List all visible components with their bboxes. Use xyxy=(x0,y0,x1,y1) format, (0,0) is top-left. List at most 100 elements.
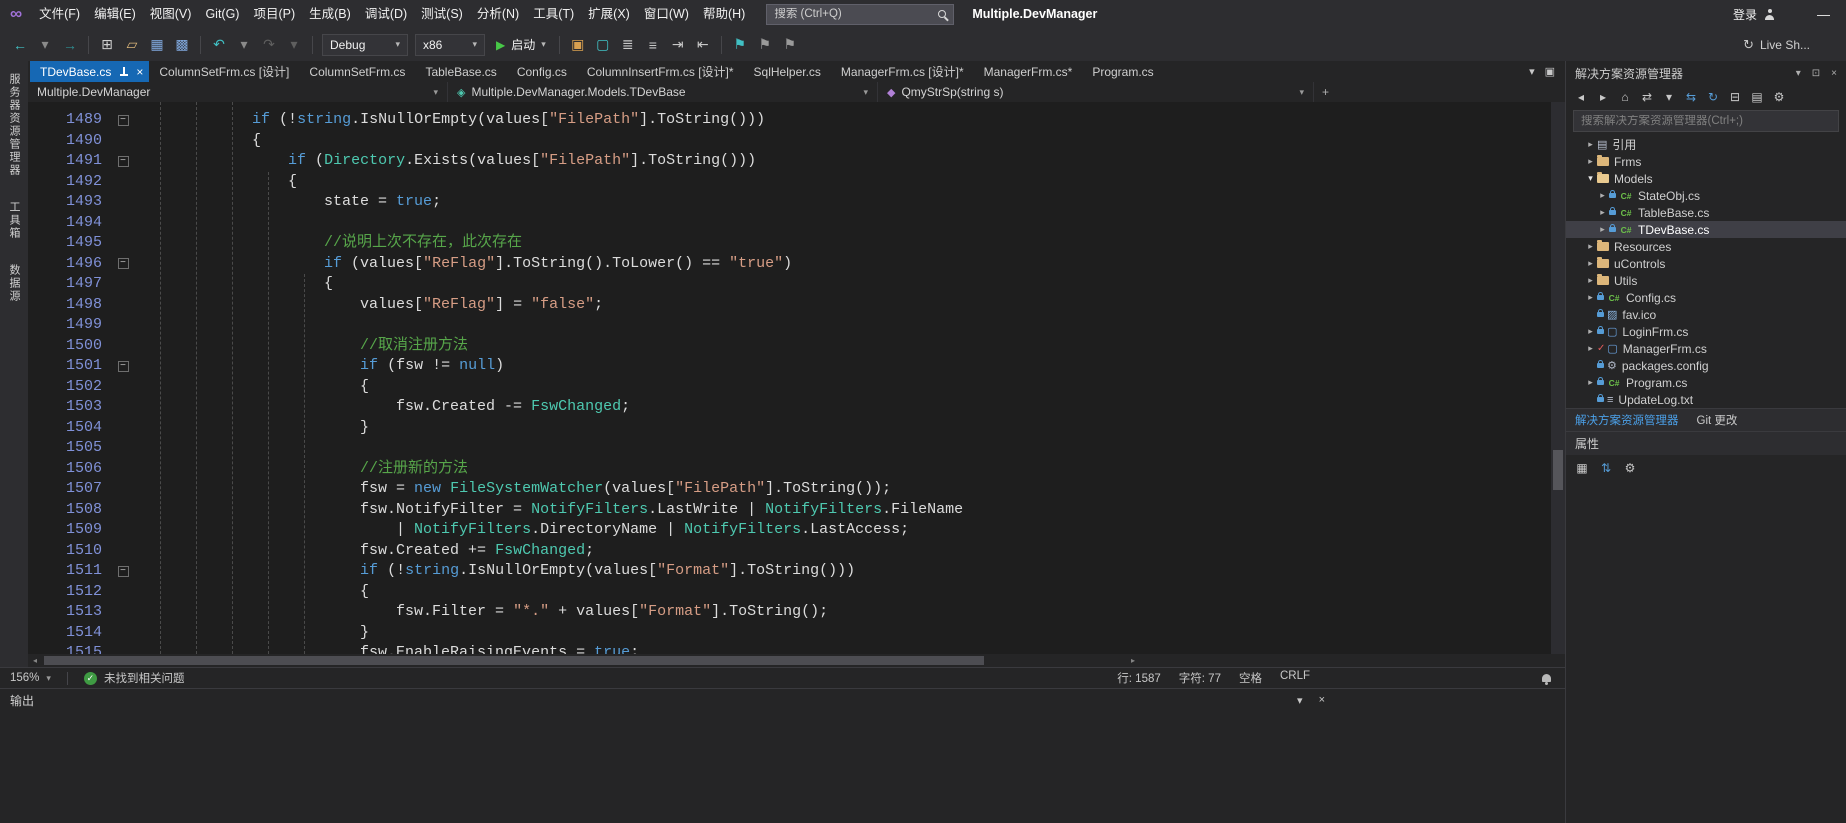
back-icon[interactable]: ◂ xyxy=(1571,87,1591,107)
start-debugging-button[interactable]: ▶ 启动 ▾ xyxy=(489,33,553,57)
quick-search-input[interactable] xyxy=(774,8,932,20)
quick-search-box[interactable] xyxy=(766,4,954,25)
prev-bookmark-icon[interactable]: ⚑ xyxy=(753,33,777,57)
expander-icon[interactable]: ▸ xyxy=(1596,224,1609,235)
code-text[interactable]: values["ReFlag"] = "false"; xyxy=(136,295,603,316)
tool-window-tab[interactable]: 工具箱 xyxy=(6,201,22,240)
line-number[interactable]: 1491 xyxy=(28,151,110,172)
editor-tab[interactable]: TDevBase.cs× xyxy=(30,61,149,82)
code-line[interactable]: 1512 { xyxy=(28,582,1565,603)
menu-item[interactable]: 视图(V) xyxy=(143,3,199,25)
filter-caret-icon[interactable]: ▾ xyxy=(1659,87,1679,107)
solution-platform-dropdown[interactable]: x86 ▾ xyxy=(415,34,485,56)
code-line[interactable]: 1491− if (Directory.Exists(values["FileP… xyxy=(28,151,1565,172)
code-line[interactable]: 1499 xyxy=(28,315,1565,336)
code-text[interactable]: } xyxy=(136,623,369,644)
code-text[interactable]: fsw = new FileSystemWatcher(values["File… xyxy=(136,479,891,500)
properties-panel-body[interactable] xyxy=(1566,481,1846,823)
pin-window-icon[interactable]: ⊡ xyxy=(1812,68,1820,79)
new-file-icon[interactable]: ⊞ xyxy=(95,33,119,57)
undo-icon[interactable]: ↶ xyxy=(207,33,231,57)
code-text[interactable]: if (fsw != null) xyxy=(136,356,504,377)
expander-icon[interactable]: ▸ xyxy=(1584,377,1597,388)
editor-tab[interactable]: ColumnSetFrm.cs xyxy=(299,61,415,82)
code-line[interactable]: 1514 } xyxy=(28,623,1565,644)
line-number[interactable]: 1509 xyxy=(28,520,110,541)
expander-icon[interactable]: ▸ xyxy=(1584,241,1597,252)
code-line[interactable]: 1508 fsw.NotifyFilter = NotifyFilters.La… xyxy=(28,500,1565,521)
scrollbar-thumb[interactable] xyxy=(44,656,984,665)
menu-item[interactable]: Git(G) xyxy=(198,3,246,25)
code-line[interactable]: 1494 xyxy=(28,213,1565,234)
redo-icon[interactable]: ↷ xyxy=(257,33,281,57)
tab-git-changes[interactable]: Git 更改 xyxy=(1697,412,1738,428)
editor-tab[interactable]: ColumnInsertFrm.cs [设计]* xyxy=(577,61,744,82)
code-line[interactable]: 1493 state = true; xyxy=(28,192,1565,213)
tree-item[interactable]: ▸Utils xyxy=(1566,272,1846,289)
tool-window-tab[interactable]: 服务器资源管理器 xyxy=(6,73,22,177)
line-number[interactable]: 1499 xyxy=(28,315,110,336)
indentation-indicator[interactable]: 空格 xyxy=(1239,670,1262,686)
line-number[interactable]: 1490 xyxy=(28,131,110,152)
fold-toggle-icon[interactable]: − xyxy=(118,156,129,167)
nav-forward-icon[interactable]: → xyxy=(58,33,82,57)
fold-toggle-icon[interactable]: − xyxy=(118,361,129,372)
code-line[interactable]: 1496− if (values["ReFlag"].ToString().To… xyxy=(28,254,1565,275)
expander-icon[interactable]: ▸ xyxy=(1584,139,1597,150)
redo-caret-icon[interactable]: ▾ xyxy=(282,33,306,57)
nav-back-caret-icon[interactable]: ▾ xyxy=(33,33,57,57)
code-line[interactable]: 1501− if (fsw != null) xyxy=(28,356,1565,377)
line-number[interactable]: 1500 xyxy=(28,336,110,357)
expander-icon[interactable]: ▸ xyxy=(1596,190,1609,201)
code-text[interactable] xyxy=(136,315,144,336)
code-line[interactable]: 1510 fsw.Created += FswChanged; xyxy=(28,541,1565,562)
tool-window-tab[interactable]: 数据源 xyxy=(6,264,22,303)
code-text[interactable]: fsw.EnableRaisingEvents = true; xyxy=(136,643,639,654)
code-line[interactable]: 1506 //注册新的方法 xyxy=(28,459,1565,480)
scroll-left-icon[interactable]: ◂ xyxy=(28,654,42,667)
alphabetical-icon[interactable]: ⇅ xyxy=(1596,458,1616,478)
code-line[interactable]: 1495 //说明上次不存在，此次存在 xyxy=(28,233,1565,254)
line-number[interactable]: 1494 xyxy=(28,213,110,234)
save-icon[interactable]: ▦ xyxy=(145,33,169,57)
menu-item[interactable]: 帮助(H) xyxy=(696,3,752,25)
scroll-right-icon[interactable]: ▸ xyxy=(1126,654,1140,667)
live-share-button[interactable]: ↻ Live Sh... xyxy=(1743,37,1810,53)
column-indicator[interactable]: 字符: 77 xyxy=(1179,670,1221,686)
code-line[interactable]: 1497 { xyxy=(28,274,1565,295)
tree-item[interactable]: ▨fav.ico xyxy=(1566,306,1846,323)
parameter-info-icon[interactable]: ≡ xyxy=(641,33,665,57)
solution-configuration-dropdown[interactable]: Debug ▾ xyxy=(322,34,408,56)
line-number[interactable]: 1505 xyxy=(28,438,110,459)
line-number[interactable]: 1506 xyxy=(28,459,110,480)
solution-explorer-search-box[interactable] xyxy=(1573,110,1839,132)
tree-item[interactable]: ≡UpdateLog.txt xyxy=(1566,391,1846,408)
refresh-icon[interactable]: ↻ xyxy=(1703,87,1723,107)
line-indicator[interactable]: 行: 1587 xyxy=(1117,670,1160,686)
active-files-dropdown-icon[interactable]: ▾ xyxy=(1529,65,1535,78)
tree-item[interactable]: ▸▢LoginFrm.cs xyxy=(1566,323,1846,340)
menu-item[interactable]: 扩展(X) xyxy=(581,3,637,25)
line-number[interactable]: 1504 xyxy=(28,418,110,439)
code-text[interactable]: fsw.Created -= FswChanged; xyxy=(136,397,630,418)
open-file-icon[interactable]: ▱ xyxy=(120,33,144,57)
code-line[interactable]: 1503 fsw.Created -= FswChanged; xyxy=(28,397,1565,418)
code-text[interactable]: { xyxy=(136,377,369,398)
editor-tab[interactable]: TableBase.cs xyxy=(415,61,506,82)
tree-item[interactable]: ▾Models xyxy=(1566,170,1846,187)
code-text[interactable]: state = true; xyxy=(136,192,441,213)
scrollbar-thumb[interactable] xyxy=(1553,450,1563,490)
minimize-button[interactable]: — xyxy=(1809,7,1838,22)
sign-in-button[interactable]: 登录 xyxy=(1733,6,1775,23)
editor-tab[interactable]: Program.cs xyxy=(1082,61,1163,82)
code-text[interactable] xyxy=(136,438,144,459)
tree-item[interactable]: ⚙packages.config xyxy=(1566,357,1846,374)
line-number[interactable]: 1495 xyxy=(28,233,110,254)
notifications-bell-icon[interactable] xyxy=(1542,674,1551,682)
code-line[interactable]: 1492 { xyxy=(28,172,1565,193)
line-number[interactable]: 1492 xyxy=(28,172,110,193)
fold-toggle-icon[interactable]: − xyxy=(118,566,129,577)
next-bookmark-icon[interactable]: ⚑ xyxy=(778,33,802,57)
save-all-icon[interactable]: ▩ xyxy=(170,33,194,57)
tree-item[interactable]: ▸uControls xyxy=(1566,255,1846,272)
